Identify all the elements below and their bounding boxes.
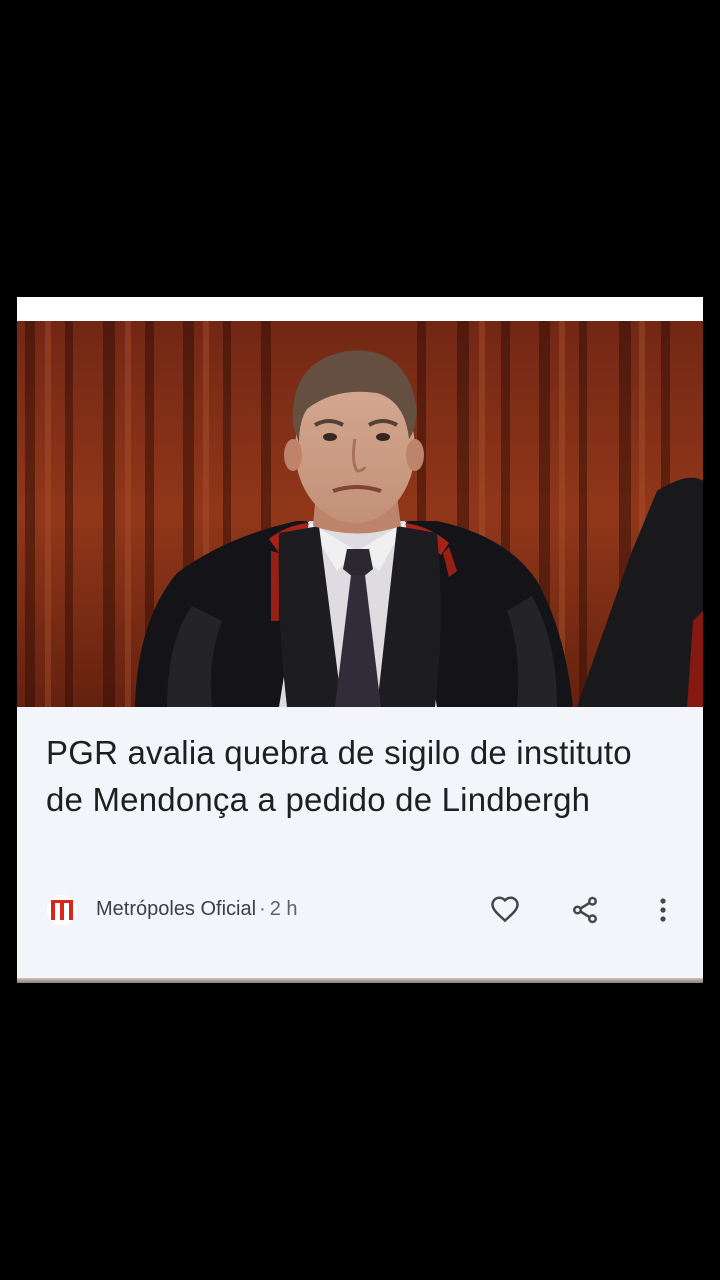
card-top-strip bbox=[17, 297, 703, 321]
source-line: Metrópoles Oficial · 2 h bbox=[96, 898, 298, 921]
screen: PGR avalia quebra de sigilo de instituto… bbox=[0, 0, 720, 1280]
more-vert-icon bbox=[660, 898, 666, 922]
share-button[interactable] bbox=[566, 891, 604, 929]
article-headline[interactable]: PGR avalia quebra de sigilo de instituto… bbox=[46, 729, 676, 823]
share-icon bbox=[573, 896, 597, 924]
article-meta-row: Metrópoles Oficial · 2 h bbox=[17, 889, 703, 931]
like-button[interactable] bbox=[486, 891, 524, 929]
source-name[interactable]: Metrópoles Oficial bbox=[96, 898, 256, 920]
heart-outline-icon bbox=[491, 896, 519, 923]
news-card[interactable]: PGR avalia quebra de sigilo de instituto… bbox=[17, 297, 703, 983]
article-photo-illustration bbox=[17, 321, 703, 707]
meta-separator: · bbox=[259, 898, 266, 920]
time-ago: 2 h bbox=[269, 898, 298, 920]
article-photo[interactable] bbox=[17, 321, 703, 707]
metropoles-logo-icon bbox=[47, 895, 77, 925]
next-card-edge bbox=[17, 978, 703, 983]
more-options-button[interactable] bbox=[644, 891, 682, 929]
